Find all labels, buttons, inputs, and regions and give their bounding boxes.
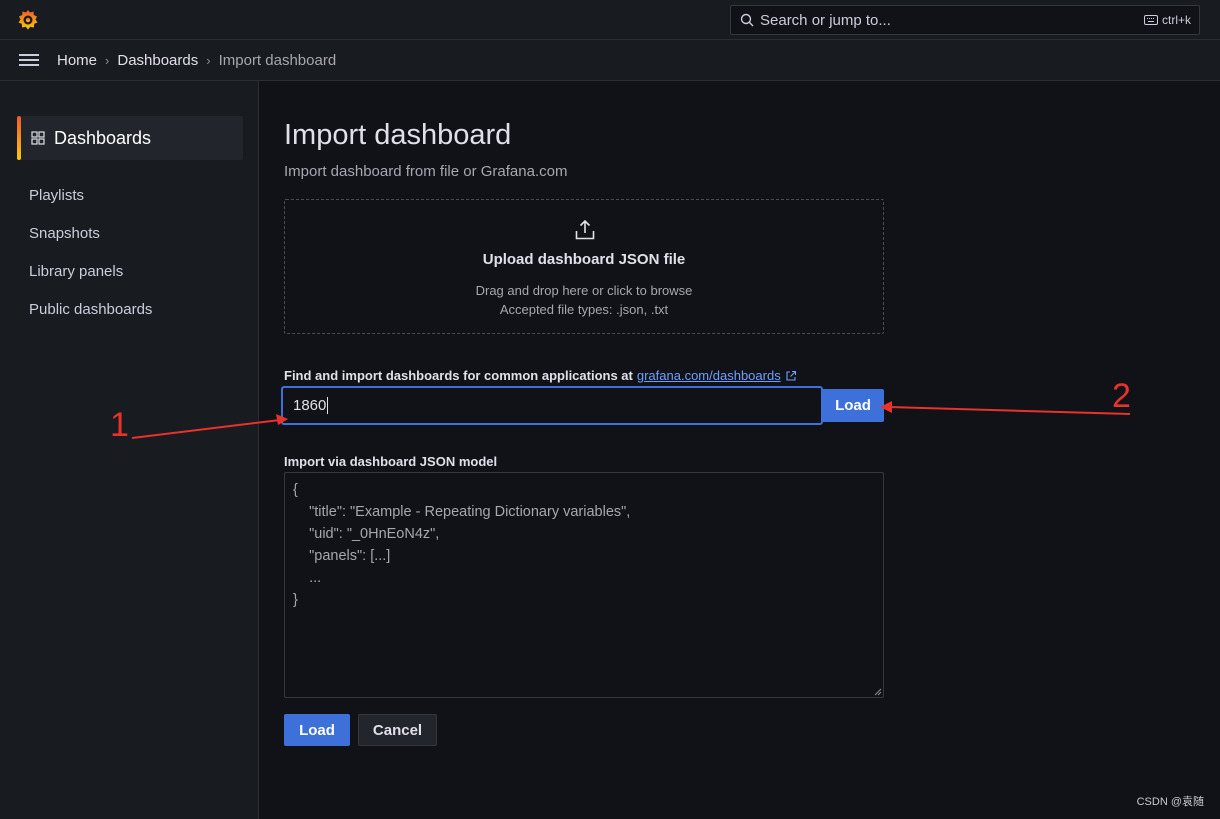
search-bar[interactable]: Search or jump to... ctrl+k	[730, 5, 1200, 35]
search-icon	[740, 13, 754, 27]
active-indicator	[17, 116, 21, 160]
search-placeholder: Search or jump to...	[760, 11, 891, 29]
breadcrumb-separator-icon: ›	[206, 52, 211, 68]
page-subtitle: Import dashboard from file or Grafana.co…	[284, 163, 568, 180]
breadcrumb-dashboards[interactable]: Dashboards	[117, 52, 198, 69]
load-button[interactable]: Load	[284, 714, 350, 746]
breadcrumb-home[interactable]: Home	[57, 52, 97, 69]
dashboard-id-value: 1860	[293, 397, 327, 414]
sidebar-item-public-dashboards[interactable]: Public dashboards	[29, 301, 152, 318]
sidebar-item-snapshots[interactable]: Snapshots	[29, 225, 100, 242]
upload-hint: Drag and drop here or click to browse	[475, 283, 693, 298]
json-model-label: Import via dashboard JSON model	[284, 454, 498, 469]
sidebar-item-playlists[interactable]: Playlists	[29, 187, 84, 204]
external-link-icon	[786, 370, 796, 381]
breadcrumb-bar: Home › Dashboards › Import dashboard	[0, 40, 1220, 81]
upload-title: Upload dashboard JSON file	[482, 251, 686, 268]
shortcut-text: ctrl+k	[1161, 13, 1191, 27]
upload-file-types: Accepted file types: .json, .txt	[499, 302, 669, 317]
load-id-button[interactable]: Load	[822, 389, 884, 422]
text-cursor	[327, 397, 329, 414]
breadcrumb-separator-icon: ›	[105, 52, 110, 68]
keyboard-icon	[1143, 15, 1158, 25]
apps-icon	[31, 131, 45, 145]
sidebar-item-library-panels[interactable]: Library panels	[29, 263, 123, 280]
sidebar-item-dashboards[interactable]: Dashboards	[17, 116, 243, 160]
grafana-dashboard-id-input[interactable]: 1860	[282, 387, 822, 424]
annotation-number-two: 2	[1112, 377, 1131, 415]
breadcrumb-current: Import dashboard	[218, 51, 337, 69]
upload-icon	[575, 219, 595, 240]
find-label-text: Find and import dashboards for common ap…	[284, 368, 633, 383]
page-title: Import dashboard	[284, 119, 512, 151]
keyboard-shortcut: ctrl+k	[1143, 13, 1191, 27]
grafana-logo-icon[interactable]	[16, 8, 40, 32]
breadcrumb: Home › Dashboards › Import dashboard	[57, 52, 336, 69]
sidebar: Dashboards Playlists Snapshots Library p…	[0, 81, 259, 819]
find-dashboards-label: Find and import dashboards for common ap…	[284, 368, 797, 383]
menu-icon[interactable]	[19, 52, 39, 68]
grafana-dashboards-link[interactable]: grafana.com/dashboards	[637, 368, 781, 383]
top-bar: Search or jump to... ctrl+k	[0, 0, 1220, 40]
watermark: CSDN @袁随	[1136, 796, 1204, 808]
upload-dropzone[interactable]: Upload dashboard JSON file Drag and drop…	[284, 199, 884, 334]
sidebar-active-label: Dashboards	[54, 127, 152, 148]
main-content: Import dashboard Import dashboard from f…	[260, 81, 1220, 819]
resize-grip-icon[interactable]	[874, 688, 882, 696]
json-model-textarea[interactable]: { "title": "Example - Repeating Dictiona…	[284, 472, 884, 698]
annotation-number-one: 1	[110, 406, 129, 444]
cancel-button[interactable]: Cancel	[358, 714, 437, 746]
